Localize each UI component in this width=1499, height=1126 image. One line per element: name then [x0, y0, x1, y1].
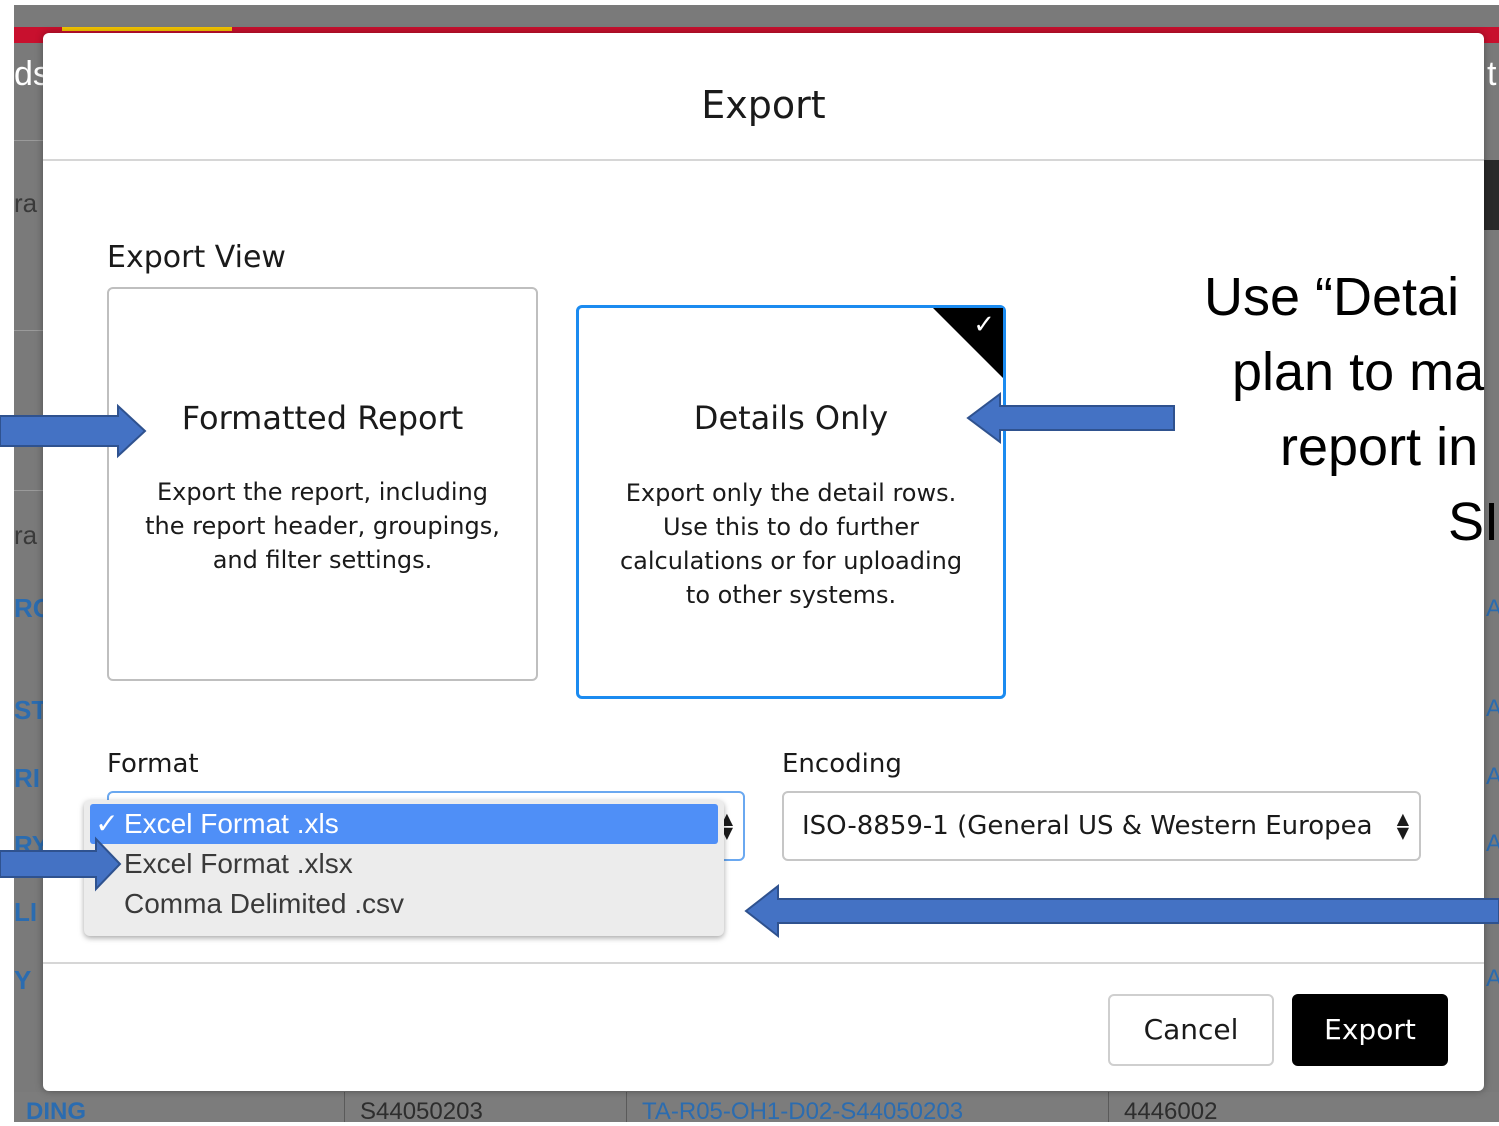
arrow-icon	[0, 403, 147, 459]
arrow-icon	[744, 883, 1499, 939]
arrow-icon	[0, 836, 122, 892]
arrow-icon	[966, 392, 1175, 444]
annotation-arrows	[0, 392, 1499, 939]
